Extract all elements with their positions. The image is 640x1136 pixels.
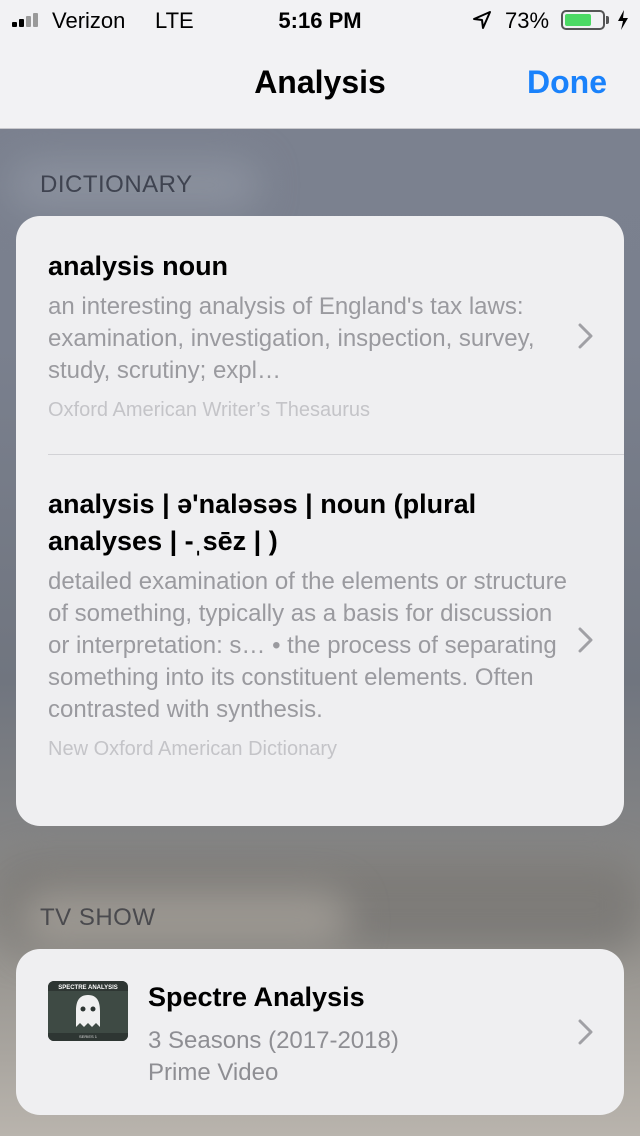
charging-bolt-icon xyxy=(618,10,628,30)
chevron-right-icon[interactable] xyxy=(578,627,594,653)
location-arrow-icon xyxy=(473,11,491,29)
battery-icon xyxy=(561,10,605,30)
navigation-bar: Analysis Done xyxy=(0,40,640,129)
entry-title: analysis | ə'naləsəs | noun (plural anal… xyxy=(48,489,477,556)
battery-percent: 73% xyxy=(505,8,550,33)
show-provider: Prime Video xyxy=(148,1059,279,1086)
tv-show-card[interactable]: SPECTRE ANALYSIS SERIES 1 Spectre Analys… xyxy=(16,949,624,1115)
show-title: Spectre Analysis xyxy=(148,982,365,1012)
entry-source: Oxford American Writer’s Thesaurus xyxy=(48,399,370,421)
entry-source: New Oxford American Dictionary xyxy=(48,738,337,760)
battery-tip xyxy=(606,16,609,24)
ghost-icon xyxy=(76,995,100,1027)
entry-definition: an interesting analysis of England's tax… xyxy=(48,293,535,384)
show-artwork-subtext: SERIES 1 xyxy=(79,1034,98,1039)
battery-level-fill xyxy=(565,14,591,26)
show-seasons: 3 Seasons (2017-2018) xyxy=(148,1027,399,1054)
dictionary-section-header: DICTIONARY xyxy=(40,171,193,198)
chevron-right-icon[interactable] xyxy=(578,1019,594,1045)
tv-show-section-header: TV SHOW xyxy=(40,904,156,931)
chevron-right-icon[interactable] xyxy=(578,323,594,349)
divider xyxy=(48,454,624,455)
show-artwork-text: SPECTRE ANALYSIS xyxy=(58,985,118,991)
show-artwork-image: SPECTRE ANALYSIS SERIES 1 xyxy=(48,981,128,1041)
dictionary-entry-thesaurus[interactable]: analysis noun an interesting analysis of… xyxy=(48,248,576,422)
entry-definition: detailed examination of the elements or … xyxy=(48,568,567,723)
status-bar: Verizon LTE 5:16 PM 73% xyxy=(0,0,640,40)
done-button[interactable]: Done xyxy=(527,64,607,101)
dictionary-card: analysis noun an interesting analysis of… xyxy=(16,216,624,826)
entry-title: analysis noun xyxy=(48,251,229,281)
dictionary-entry-oxford[interactable]: analysis | ə'naləsəs | noun (plural anal… xyxy=(48,486,576,761)
show-artwork: SPECTRE ANALYSIS SERIES 1 xyxy=(48,981,128,1041)
